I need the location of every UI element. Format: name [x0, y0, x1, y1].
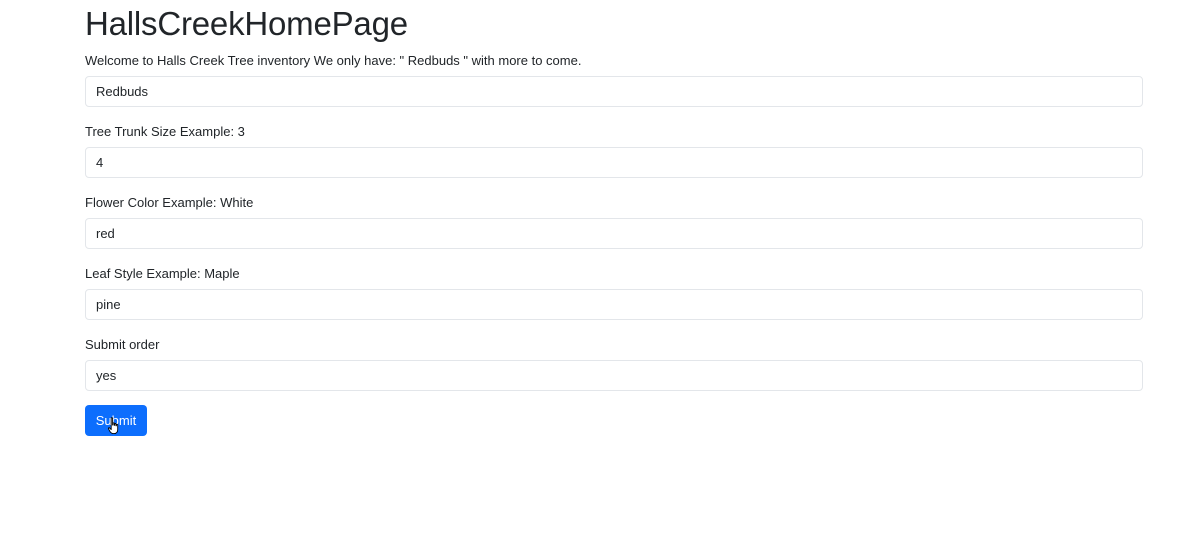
welcome-text: Welcome to Halls Creek Tree inventory We… — [85, 53, 582, 68]
trunk-size-label: Tree Trunk Size Example: 3 — [85, 124, 245, 139]
flower-color-input[interactable] — [85, 218, 1143, 249]
flower-color-label: Flower Color Example: White — [85, 195, 254, 210]
page-container: HallsCreekHomePage Welcome to Halls Cree… — [85, 0, 1143, 436]
submit-order-input[interactable] — [85, 360, 1143, 391]
leaf-style-label: Leaf Style Example: Maple — [85, 266, 240, 281]
submit-order-label: Submit order — [85, 337, 160, 352]
submit-button[interactable]: Submit — [85, 405, 147, 436]
submit-button-label: Submit — [95, 413, 137, 428]
trunk-size-input[interactable] — [85, 147, 1143, 178]
tree-type-input[interactable] — [85, 76, 1143, 107]
leaf-style-input[interactable] — [85, 289, 1143, 320]
page-title: HallsCreekHomePage — [85, 5, 408, 42]
